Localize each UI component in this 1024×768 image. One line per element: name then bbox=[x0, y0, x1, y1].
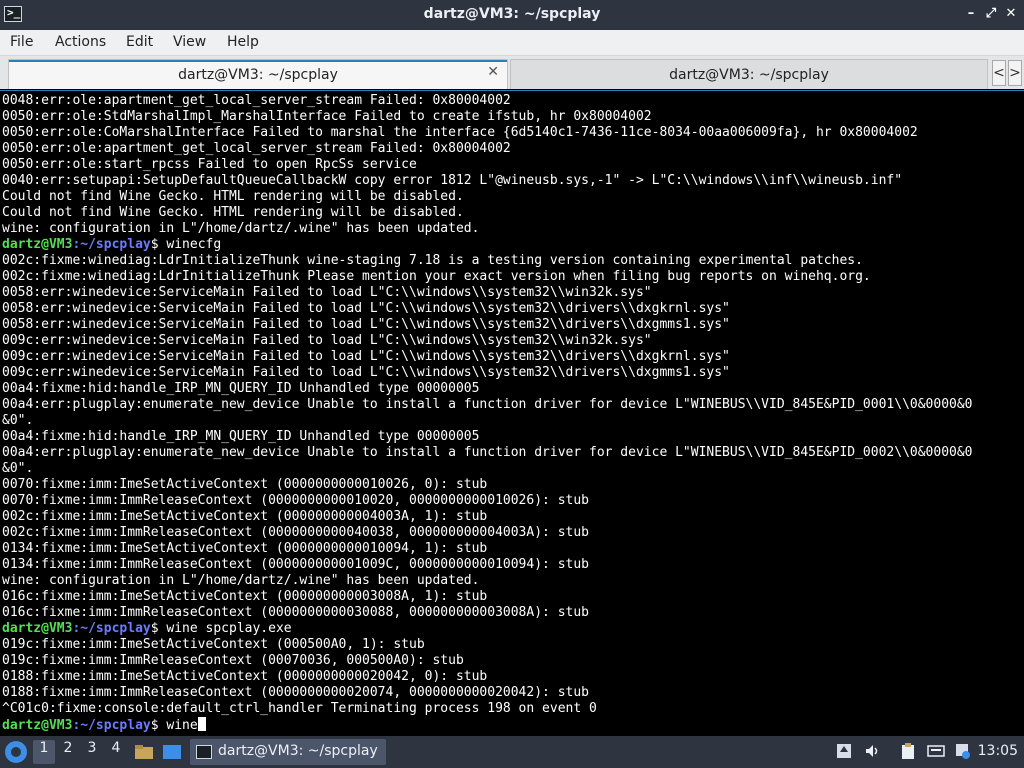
prompt-command: $ wine spcplay.exe bbox=[150, 621, 292, 636]
file-manager-icon[interactable] bbox=[134, 742, 154, 762]
terminal-output-line: 0134:fixme:imm:ImmReleaseContext (000000… bbox=[2, 557, 589, 572]
terminal-icon bbox=[196, 745, 212, 759]
prompt-command: $ wine bbox=[150, 718, 198, 733]
tab-bar: dartz@VM3: ~/spcplay ✕ dartz@VM3: ~/spcp… bbox=[0, 56, 1024, 89]
terminal-lines: 0048:err:ole:apartment_get_local_server_… bbox=[2, 93, 973, 733]
terminal-output-line: 0188:fixme:imm:ImmReleaseContext (000000… bbox=[2, 685, 589, 700]
prompt-path: :~/spcplay bbox=[72, 237, 151, 252]
terminal-output-line: ^C01c0:fixme:console:default_ctrl_handle… bbox=[2, 701, 597, 716]
terminal-output-line: 002c:fixme:winediag:LdrInitializeThunk w… bbox=[2, 253, 863, 268]
tab-scroll-right-button[interactable]: > bbox=[1008, 60, 1022, 86]
prompt-path: :~/spcplay bbox=[72, 718, 151, 733]
menu-actions[interactable]: Actions bbox=[55, 34, 106, 50]
keyboard-icon[interactable] bbox=[926, 742, 946, 762]
show-desktop-icon[interactable] bbox=[162, 742, 182, 762]
terminal-output-line: 0040:err:setupapi:SetupDefaultQueueCallb… bbox=[2, 173, 903, 188]
tab-scroll-left-button[interactable]: < bbox=[992, 60, 1006, 86]
terminal-output-line: 0048:err:ole:apartment_get_local_server_… bbox=[2, 93, 511, 108]
terminal-cursor bbox=[197, 717, 206, 731]
terminal-output-line: 016c:fixme:imm:ImmReleaseContext (000000… bbox=[2, 605, 589, 620]
terminal-output-line: 016c:fixme:imm:ImeSetActiveContext (0000… bbox=[2, 589, 488, 604]
prompt-path: :~/spcplay bbox=[72, 621, 151, 636]
terminal-output[interactable]: 0048:err:ole:apartment_get_local_server_… bbox=[0, 90, 1024, 736]
terminal-output-line: 0188:fixme:imm:ImeSetActiveContext (0000… bbox=[2, 669, 488, 684]
menu-file[interactable]: File bbox=[10, 34, 33, 50]
menu-edit[interactable]: Edit bbox=[126, 34, 153, 50]
terminal-output-line: 009c:err:winedevice:ServiceMain Failed t… bbox=[2, 365, 730, 380]
start-menu-icon[interactable] bbox=[5, 741, 27, 763]
menu-bar: File Actions Edit View Help bbox=[0, 30, 1024, 56]
terminal-output-line: 009c:err:winedevice:ServiceMain Failed t… bbox=[2, 349, 730, 364]
terminal-output-line: 002c:fixme:imm:ImmReleaseContext (000000… bbox=[2, 525, 589, 540]
terminal-prompt-line: dartz@VM3:~/spcplay$ wine spcplay.exe bbox=[2, 621, 973, 637]
network-icon[interactable] bbox=[952, 742, 972, 762]
taskbar: 1 2 3 4 dartz@VM3: ~/spcplay 13:05 bbox=[0, 736, 1024, 768]
terminal-output-line: 0058:err:winedevice:ServiceMain Failed t… bbox=[2, 285, 652, 300]
terminal-output-line: 00a4:fixme:hid:handle_IRP_MN_QUERY_ID Un… bbox=[2, 429, 480, 444]
workspace-2-button[interactable]: 2 bbox=[57, 740, 79, 764]
maximize-button[interactable]: ⤢ bbox=[982, 5, 1000, 23]
terminal-output-line: 0050:err:ole:start_rpcss Failed to open … bbox=[2, 157, 417, 172]
minimize-button[interactable]: – bbox=[962, 5, 980, 23]
terminal-output-line: 0070:fixme:imm:ImmReleaseContext (000000… bbox=[2, 493, 589, 508]
terminal-output-line: 002c:fixme:winediag:LdrInitializeThunk P… bbox=[2, 269, 871, 284]
prompt-user: dartz@VM3 bbox=[2, 718, 73, 733]
terminal-output-line: 00a4:err:plugplay:enumerate_new_device U… bbox=[2, 397, 973, 412]
window-titlebar: >_ dartz@VM3: ~/spcplay – ⤢ ✕ bbox=[0, 0, 1024, 30]
terminal-output-line: &0". bbox=[2, 461, 34, 476]
workspace-4-button[interactable]: 4 bbox=[105, 740, 127, 764]
terminal-output-line: 002c:fixme:imm:ImeSetActiveContext (0000… bbox=[2, 509, 488, 524]
volume-icon[interactable] bbox=[862, 742, 882, 762]
terminal-output-line: 019c:fixme:imm:ImeSetActiveContext (0005… bbox=[2, 637, 425, 652]
upload-icon[interactable] bbox=[834, 742, 854, 762]
terminal-output-line: 0070:fixme:imm:ImeSetActiveContext (0000… bbox=[2, 477, 488, 492]
terminal-output-line: 0050:err:ole:apartment_get_local_server_… bbox=[2, 141, 511, 156]
window-title: dartz@VM3: ~/spcplay bbox=[423, 6, 601, 22]
terminal-output-line: 009c:err:winedevice:ServiceMain Failed t… bbox=[2, 333, 652, 348]
terminal-output-line: 019c:fixme:imm:ImmReleaseContext (000700… bbox=[2, 653, 464, 668]
terminal-output-line: 0058:err:winedevice:ServiceMain Failed t… bbox=[2, 317, 730, 332]
terminal-output-line: 00a4:err:plugplay:enumerate_new_device U… bbox=[2, 445, 973, 460]
taskbar-terminal-item[interactable]: dartz@VM3: ~/spcplay bbox=[190, 739, 386, 765]
prompt-user: dartz@VM3 bbox=[2, 237, 73, 252]
clipboard-icon[interactable] bbox=[898, 742, 918, 762]
tab-2[interactable]: dartz@VM3: ~/spcplay bbox=[510, 59, 988, 89]
terminal-output-line: wine: configuration in L"/home/dartz/.wi… bbox=[2, 221, 480, 236]
tab-1-label: dartz@VM3: ~/spcplay bbox=[178, 67, 338, 83]
workspace-1-button[interactable]: 1 bbox=[33, 740, 55, 764]
tab-2-label: dartz@VM3: ~/spcplay bbox=[669, 67, 829, 83]
terminal-output-line: 0050:err:ole:StdMarshalImpl_MarshalInter… bbox=[2, 109, 652, 124]
terminal-output-line: 0050:err:ole:CoMarshalInterface Failed t… bbox=[2, 125, 918, 140]
terminal-output-line: Could not find Wine Gecko. HTML renderin… bbox=[2, 189, 464, 204]
terminal-output-line: &0". bbox=[2, 413, 34, 428]
taskbar-terminal-label: dartz@VM3: ~/spcplay bbox=[218, 743, 378, 759]
tab-close-icon[interactable]: ✕ bbox=[487, 64, 499, 80]
terminal-output-line: 0134:fixme:imm:ImeSetActiveContext (0000… bbox=[2, 541, 488, 556]
terminal-output-line: Could not find Wine Gecko. HTML renderin… bbox=[2, 205, 464, 220]
prompt-command: $ winecfg bbox=[150, 237, 222, 252]
menu-view[interactable]: View bbox=[173, 34, 206, 50]
menu-help[interactable]: Help bbox=[227, 34, 259, 50]
prompt-user: dartz@VM3 bbox=[2, 621, 73, 636]
terminal-prompt-line: dartz@VM3:~/spcplay$ wine bbox=[2, 717, 973, 733]
close-button[interactable]: ✕ bbox=[1002, 5, 1020, 23]
terminal-output-line: wine: configuration in L"/home/dartz/.wi… bbox=[2, 573, 480, 588]
terminal-prompt-line: dartz@VM3:~/spcplay$ winecfg bbox=[2, 237, 973, 253]
terminal-output-line: 0058:err:winedevice:ServiceMain Failed t… bbox=[2, 301, 730, 316]
workspace-3-button[interactable]: 3 bbox=[81, 740, 103, 764]
tab-1[interactable]: dartz@VM3: ~/spcplay ✕ bbox=[8, 59, 508, 89]
taskbar-clock[interactable]: 13:05 bbox=[978, 743, 1018, 759]
terminal-output-line: 00a4:fixme:hid:handle_IRP_MN_QUERY_ID Un… bbox=[2, 381, 480, 396]
